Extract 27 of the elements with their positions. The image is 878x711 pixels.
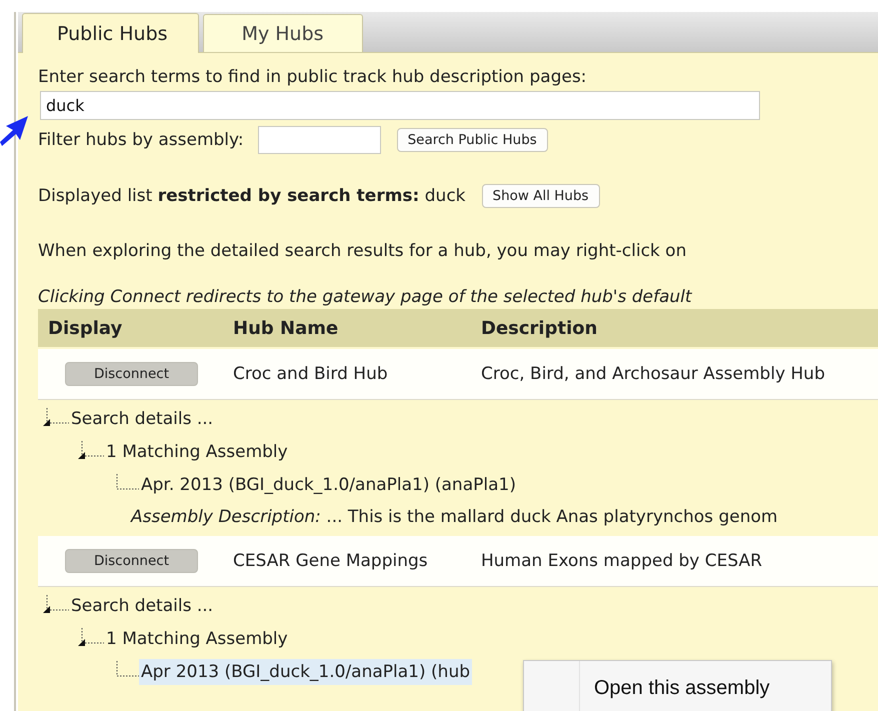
hub-description: Croc, Bird, and Archosaur Assembly Hub xyxy=(480,364,826,384)
show-all-button[interactable]: Show All Hubs xyxy=(482,184,600,208)
column-header: Hub Name xyxy=(232,318,340,338)
column-header: Description xyxy=(480,318,598,338)
tree-item[interactable]: Search details ... xyxy=(69,406,216,432)
disconnect-button[interactable]: Disconnect xyxy=(65,549,198,573)
tab[interactable]: My Hubs xyxy=(202,14,363,52)
hint-text: When exploring the detailed search results for a hub, you may right-click on xyxy=(38,241,688,261)
connect-note: Clicking Connect redirects to the gateway page of the selected hub's default xyxy=(38,287,694,307)
tree-item[interactable]: 1 Matching Assembly xyxy=(104,626,290,652)
hub-name: CESAR Gene Mappings xyxy=(232,551,429,571)
tree-item[interactable]: Search details ... xyxy=(69,592,216,618)
column-header: Display xyxy=(47,318,124,338)
hub-name: Croc and Bird Hub xyxy=(232,364,389,384)
assembly-link[interactable]: Apr. 2013 (BGI_duck_1.0/anaPla1) (anaPla1) xyxy=(139,472,518,498)
restriction-text: Displayed list restricted by search terms: duck xyxy=(38,186,466,206)
search-button[interactable]: Search Public Hubs xyxy=(396,128,548,152)
disconnect-button[interactable]: Disconnect xyxy=(65,362,198,386)
search-field[interactable]: duck xyxy=(40,91,760,120)
search-prompt: Enter search terms to find in public track hub description pages: xyxy=(38,67,588,87)
assembly-filter-field[interactable] xyxy=(258,126,381,154)
tab[interactable]: Public Hubs xyxy=(22,13,199,53)
assembly-description: Assembly Description: ... This is the mallard duck Anas platyrynchos genom xyxy=(131,506,779,529)
filter-label: Filter hubs by assembly: xyxy=(38,130,244,150)
hub-description: Human Exons mapped by CESAR xyxy=(480,551,764,571)
tree-item[interactable]: 1 Matching Assembly xyxy=(104,438,290,464)
assembly-link[interactable]: Apr 2013 (BGI_duck_1.0/anaPla1) (hub xyxy=(139,658,472,684)
